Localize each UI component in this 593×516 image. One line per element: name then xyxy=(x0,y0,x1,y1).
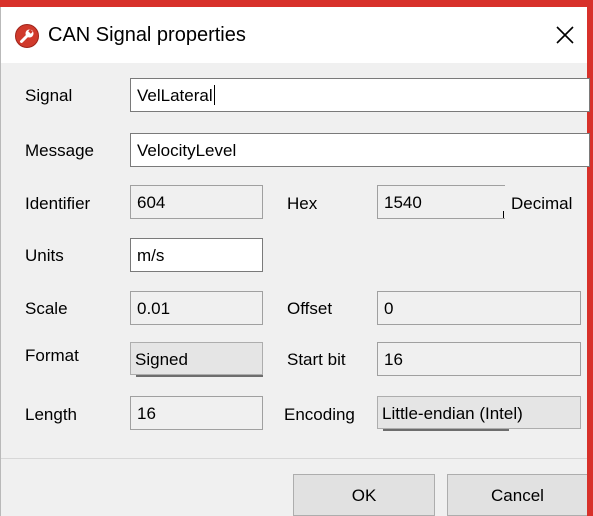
window-title: CAN Signal properties xyxy=(48,24,246,46)
hex-label: Hex xyxy=(287,194,318,213)
encoding-dropdown-underline xyxy=(383,429,509,431)
button-area-separator xyxy=(1,458,587,459)
offset-label: Offset xyxy=(287,299,333,318)
message-name-input[interactable]: VelocityLevel xyxy=(130,133,590,167)
screenshot-frame: CAN Signal properties Signal VelLateral … xyxy=(0,0,593,516)
top-red-border xyxy=(0,0,593,7)
scale-label: Scale xyxy=(25,299,68,318)
cancel-button[interactable]: Cancel xyxy=(447,474,587,516)
encoding-selected-value: Little-endian (Intel) xyxy=(382,404,523,423)
can-signal-dialog: CAN Signal properties Signal VelLateral … xyxy=(0,7,590,516)
identifier-label: Identifier xyxy=(25,194,91,213)
signal-name-input[interactable]: VelLateral xyxy=(130,78,590,112)
close-button[interactable] xyxy=(547,17,583,53)
encoding-dropdown[interactable]: Little-endian (Intel) xyxy=(377,396,581,429)
startbit-field: 16 xyxy=(377,342,581,376)
offset-value: 0 xyxy=(384,299,394,318)
startbit-value: 16 xyxy=(384,350,403,369)
message-label: Message xyxy=(25,141,94,160)
length-label: Length xyxy=(25,405,77,424)
encoding-label: Encoding xyxy=(284,405,355,424)
ok-button[interactable]: OK xyxy=(293,474,435,516)
scale-field: 0.01 xyxy=(130,291,263,325)
units-value: m/s xyxy=(137,246,165,265)
format-selected-value: Signed xyxy=(135,350,188,369)
field-edge-tick xyxy=(503,211,504,218)
format-dropdown-underline xyxy=(136,375,263,377)
format-dropdown[interactable]: Signed xyxy=(130,342,263,375)
identifier-decimal-field: 1540 xyxy=(377,185,505,219)
signal-label: Signal xyxy=(25,86,73,105)
units-label: Units xyxy=(25,246,64,265)
units-input[interactable]: m/s xyxy=(130,238,263,272)
message-name-value: VelocityLevel xyxy=(137,141,237,160)
length-value: 16 xyxy=(137,404,156,423)
length-field: 16 xyxy=(130,396,263,430)
identifier-hex-field: 604 xyxy=(130,185,263,219)
title-bar: CAN Signal properties xyxy=(1,7,587,63)
wrench-badge-icon xyxy=(15,24,39,48)
identifier-decimal-value: 1540 xyxy=(384,193,422,212)
dialog-client-area: Signal VelLateral Message VelocityLevel … xyxy=(1,63,590,516)
text-caret xyxy=(213,85,215,105)
format-label: Format xyxy=(25,346,79,365)
signal-name-value: VelLateral xyxy=(137,86,213,105)
scale-value: 0.01 xyxy=(137,299,171,318)
decimal-label: Decimal xyxy=(511,194,573,213)
startbit-label: Start bit xyxy=(287,350,346,369)
offset-field: 0 xyxy=(377,291,581,325)
identifier-hex-value: 604 xyxy=(137,193,166,212)
close-icon xyxy=(556,26,574,44)
